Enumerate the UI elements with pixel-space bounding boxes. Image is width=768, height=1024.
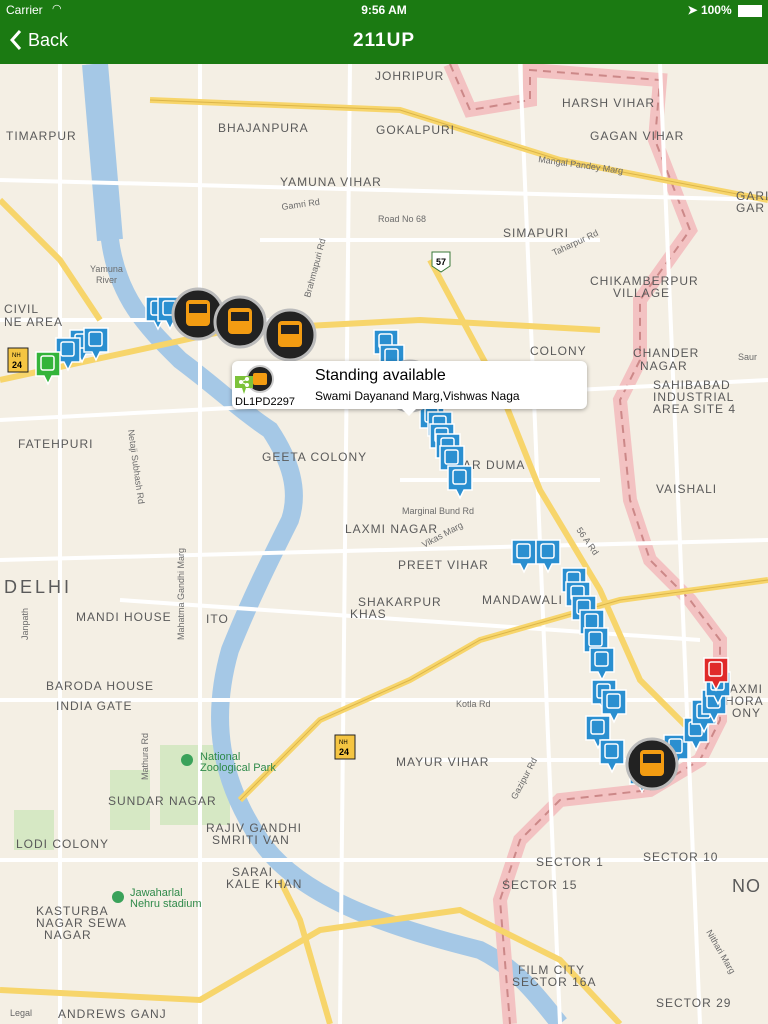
map-label: FATEHPURI xyxy=(18,437,93,451)
map-label: NAGAR xyxy=(640,359,688,373)
road-label: Mahatma Gandhi Marg xyxy=(176,548,186,640)
shield-label: 24 xyxy=(339,747,349,757)
map-label: DELHI xyxy=(4,577,72,597)
map-label: YAMUNA VIHAR xyxy=(280,175,382,189)
poi-label: Nehru stadium xyxy=(130,898,202,910)
highway-shield-nh24: NH 24 xyxy=(7,347,29,373)
bus-marker[interactable] xyxy=(263,308,317,362)
route-title: 211UP xyxy=(352,30,416,51)
road-label: Janpath xyxy=(20,608,30,640)
shield-label: NH xyxy=(12,353,21,359)
road-label: Saur xyxy=(738,352,757,362)
map-canvas[interactable]: JOHRIPUR HARSH VIHAR TIMARPUR BHAJANPURA… xyxy=(0,64,768,1024)
map-label: INDIA GATE xyxy=(56,699,132,713)
map-label: MAYUR VIHAR xyxy=(396,755,489,769)
map-label: MANDI HOUSE xyxy=(76,610,172,624)
map-label: BHAJANPURA xyxy=(218,121,309,135)
highway-shield-nh24: NH 24 xyxy=(334,734,356,760)
battery-status: ➤ 100% xyxy=(688,3,762,17)
map-label: KALE KHAN xyxy=(226,877,302,891)
map-label: SECTOR 1 xyxy=(536,855,604,869)
share-icon[interactable] xyxy=(232,374,256,396)
map-label: SECTOR 10 xyxy=(643,850,718,864)
map-label: CHANDER xyxy=(633,346,699,360)
legal-link[interactable]: Legal xyxy=(10,1008,32,1018)
road-label: Mathura Rd xyxy=(140,733,150,780)
bus-info-callout[interactable]: DL1PD2297 Standing available Swami Dayan… xyxy=(232,361,587,416)
map-label: PREET VIHAR xyxy=(398,558,489,572)
map-label: VILLAGE xyxy=(613,286,670,300)
road-label: River xyxy=(96,275,117,285)
shield-label: NH xyxy=(339,740,348,746)
bus-marker[interactable] xyxy=(213,295,267,349)
map-label: GAGAN VIHAR xyxy=(590,129,684,143)
location-icon: ➤ xyxy=(687,3,698,17)
shield-label: 24 xyxy=(12,360,22,370)
route-map[interactable]: JOHRIPUR HARSH VIHAR TIMARPUR BHAJANPURA… xyxy=(0,64,768,1024)
map-label: MANDAWALI xyxy=(482,593,563,607)
map-label: ITO xyxy=(206,612,229,626)
map-label: GEETA COLONY xyxy=(262,450,367,464)
map-label: KHAS xyxy=(350,607,387,621)
map-label: ANDREWS GANJ xyxy=(58,1007,167,1021)
map-label: NE AREA xyxy=(4,315,63,329)
map-label: SMRITI VAN xyxy=(212,833,290,847)
map-label: SECTOR 15 xyxy=(502,878,577,892)
battery-percent: 100% xyxy=(700,3,732,17)
map-label: SIMAPURI xyxy=(503,226,569,240)
map-label: GAR xyxy=(736,201,765,215)
map-label: SECTOR 16A xyxy=(512,975,596,989)
bus-marker[interactable] xyxy=(625,737,679,791)
road-label: Road No 68 xyxy=(378,214,426,224)
map-label: SUNDAR NAGAR xyxy=(108,794,217,808)
map-label: BARODA HOUSE xyxy=(46,679,154,693)
occupancy-status: Standing available xyxy=(315,367,446,384)
battery-icon xyxy=(738,4,762,17)
map-label: NAGAR xyxy=(44,928,92,942)
map-label: JOHRIPUR xyxy=(375,69,444,83)
map-label: CIVIL xyxy=(4,302,39,316)
status-bar: Carrier ◠ 9:56 AM ➤ 100% xyxy=(0,0,768,20)
poi-label: Zoological Park xyxy=(200,762,276,774)
vehicle-registration: DL1PD2297 xyxy=(235,396,295,408)
map-label: LODI COLONY xyxy=(16,837,109,851)
road-label: Marginal Bund Rd xyxy=(402,506,474,516)
map-label: AREA SITE 4 xyxy=(653,402,736,416)
bus-location-address: Swami Dayanand Marg,Vishwas Naga xyxy=(315,389,520,403)
map-label: LAXMI NAGAR xyxy=(345,522,438,536)
road-label: Yamuna xyxy=(90,264,123,274)
map-label: ONY xyxy=(732,706,761,720)
map-label: GOKALPURI xyxy=(376,123,455,137)
map-label: SECTOR 29 xyxy=(656,996,731,1010)
map-label: HARSH VIHAR xyxy=(562,96,655,110)
map-label: NO xyxy=(732,876,761,896)
navigation-bar: Back 211UP xyxy=(0,20,768,64)
map-label: COLONY xyxy=(530,344,587,358)
map-label: TIMARPUR xyxy=(6,129,77,143)
clock: 9:56 AM xyxy=(361,3,407,17)
road-label: Kotla Rd xyxy=(456,699,491,709)
map-label: VAISHALI xyxy=(656,482,717,496)
shield-label: 57 xyxy=(436,257,446,267)
